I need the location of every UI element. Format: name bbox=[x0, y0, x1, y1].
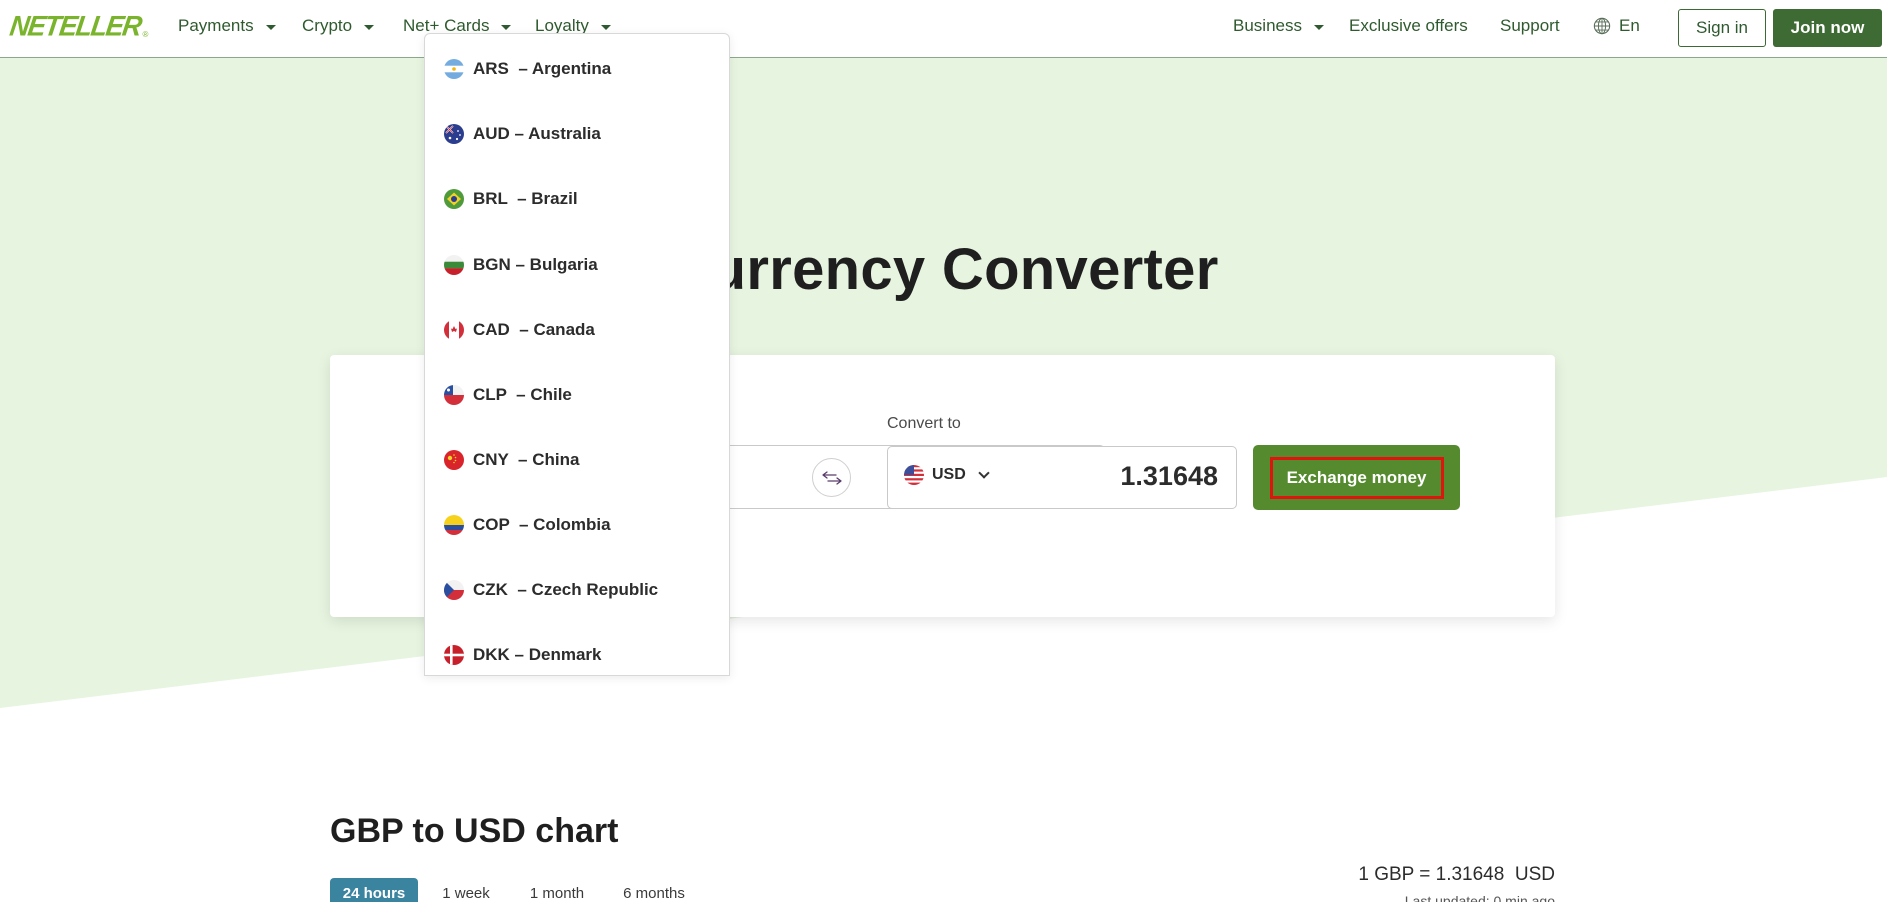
currency-option-label: COP – Colombia bbox=[473, 515, 611, 534]
caret-down-icon bbox=[1313, 24, 1324, 30]
china-flag-icon bbox=[444, 450, 464, 470]
nav-item-business[interactable]: Business bbox=[1233, 16, 1324, 36]
caret-down-icon bbox=[600, 24, 611, 30]
colombia-flag-icon bbox=[444, 515, 464, 535]
nav-item-label: Business bbox=[1233, 16, 1302, 35]
currency-option-label: AUD – Australia bbox=[473, 124, 601, 143]
to-currency-code: USD bbox=[932, 466, 966, 483]
page-title: Currency Converter bbox=[668, 237, 1219, 302]
nav-item-payments[interactable]: Payments bbox=[178, 16, 276, 36]
tab-24-hours[interactable]: 24 hours bbox=[330, 878, 418, 902]
sign-in-button[interactable]: Sign in bbox=[1678, 9, 1766, 47]
exchange-money-button[interactable]: Exchange money bbox=[1253, 445, 1460, 510]
caret-down-icon bbox=[501, 24, 512, 30]
currency-option-clp[interactable]: CLP – Chile bbox=[425, 375, 729, 415]
tab-6-months[interactable]: 6 months bbox=[618, 878, 690, 902]
currency-option-ars[interactable]: ARS – Argentina bbox=[425, 49, 729, 89]
caret-down-icon bbox=[364, 24, 375, 30]
language-selector[interactable]: En bbox=[1593, 16, 1640, 36]
currency-option-brl[interactable]: BRL – Brazil bbox=[425, 179, 729, 219]
converted-value: 1.31648 bbox=[1120, 461, 1218, 491]
currency-option-label: CAD – Canada bbox=[473, 320, 595, 339]
currency-option-label: CZK – Czech Republic bbox=[473, 580, 659, 599]
currency-option-label: ARS – Argentina bbox=[473, 59, 612, 78]
australia-flag-icon bbox=[444, 124, 464, 144]
currency-option-bgn[interactable]: BGN – Bulgaria bbox=[425, 245, 729, 285]
convert-to-label: Convert to bbox=[887, 415, 961, 432]
chile-flag-icon bbox=[444, 385, 464, 405]
nav-item-exclusive-offers[interactable]: Exclusive offers bbox=[1349, 16, 1468, 36]
canada-flag-icon bbox=[444, 320, 464, 340]
currency-option-cop[interactable]: COP – Colombia bbox=[425, 505, 729, 545]
caret-down-icon bbox=[265, 24, 276, 30]
convert-to-field: USD 1.31648 bbox=[887, 446, 1237, 509]
us-flag-icon bbox=[904, 465, 924, 485]
brazil-flag-icon bbox=[444, 189, 464, 209]
exchange-money-label: Exchange money bbox=[1269, 456, 1444, 499]
currency-option-label: DKK – Denmark bbox=[473, 645, 602, 664]
chart-title: GBP to USD chart bbox=[330, 812, 619, 850]
nav-item-label: Payments bbox=[178, 16, 254, 35]
currency-option-cad[interactable]: CAD – Canada bbox=[425, 310, 729, 350]
czech-flag-icon bbox=[444, 580, 464, 600]
swap-currencies-button[interactable] bbox=[812, 458, 851, 497]
currency-option-dkk[interactable]: DKK – Denmark bbox=[425, 635, 729, 675]
nav-item-label: Crypto bbox=[302, 16, 353, 35]
bulgaria-flag-icon bbox=[444, 255, 464, 275]
currency-option-cny[interactable]: CNY – China bbox=[425, 440, 729, 480]
registered-mark: ® bbox=[142, 30, 149, 39]
last-updated-text: Last updated: 0 min ago bbox=[1404, 893, 1555, 902]
currency-option-label: BGN – Bulgaria bbox=[473, 255, 598, 274]
tab-1-week[interactable]: 1 week bbox=[436, 878, 496, 902]
language-label: En bbox=[1619, 16, 1640, 35]
nav-item-label: Support bbox=[1500, 16, 1560, 35]
logo-text: NETELLER bbox=[7, 10, 143, 42]
currency-dropdown[interactable]: ARS – Argentina AUD – Australia BRL – Br… bbox=[424, 33, 730, 676]
tab-1-month[interactable]: 1 month bbox=[522, 878, 592, 902]
currency-option-label: BRL – Brazil bbox=[473, 189, 578, 208]
argentina-flag-icon bbox=[444, 59, 464, 79]
to-currency-select[interactable]: USD bbox=[904, 465, 990, 485]
neteller-logo[interactable]: NETELLER ® bbox=[7, 10, 149, 42]
nav-item-support[interactable]: Support bbox=[1500, 16, 1560, 36]
nav-item-label: Exclusive offers bbox=[1349, 16, 1468, 35]
chevron-down-icon bbox=[978, 467, 990, 479]
nav-item-crypto[interactable]: Crypto bbox=[302, 16, 375, 36]
currency-option-aud[interactable]: AUD – Australia bbox=[425, 114, 729, 154]
top-navigation: NETELLER ® Payments Crypto Net+ Cards Lo… bbox=[0, 0, 1887, 58]
exchange-rate-summary: 1 GBP = 1.31648 USD bbox=[1358, 864, 1555, 885]
join-now-button[interactable]: Join now bbox=[1773, 9, 1882, 47]
denmark-flag-icon bbox=[444, 645, 464, 665]
currency-option-label: CLP – Chile bbox=[473, 385, 572, 404]
currency-option-label: CNY – China bbox=[473, 450, 580, 469]
globe-icon bbox=[1593, 17, 1611, 35]
currency-option-czk[interactable]: CZK – Czech Republic bbox=[425, 570, 729, 610]
swap-arrows-icon bbox=[821, 470, 842, 485]
